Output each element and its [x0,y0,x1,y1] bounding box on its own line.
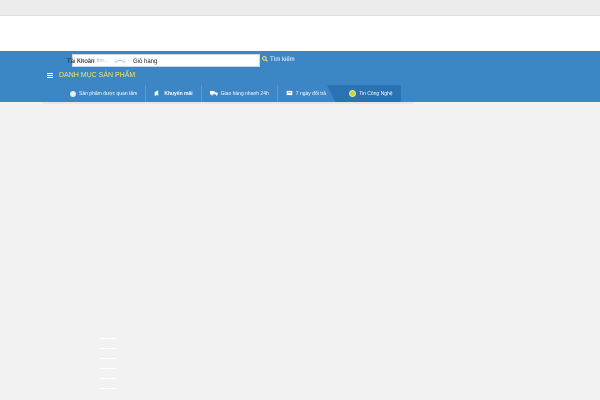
nav-item-tech-news[interactable]: Tin Công Nghệ [327,85,401,102]
account-label: Tài Khoản [67,59,95,65]
main-nav: Sản phẩm được quan tâm Khuyến mãi Giao h… [62,85,401,102]
megaphone-icon [154,89,161,98]
nav-item-fast-delivery[interactable]: Giao hàng nhanh 24h [202,85,278,102]
nav-item-interest[interactable]: Sản phẩm được quan tâm [62,85,147,102]
category-label: DANH MỤC SẢN PHẨM [59,71,136,79]
nav-item-label: Giao hàng nhanh 24h [220,90,269,97]
search-button[interactable]: Tìm kiếm [262,55,295,65]
cart-link[interactable]: Giỏ hàng [133,59,157,65]
header-divider [43,102,413,104]
nav-item-label: Tin Công Nghệ [359,90,393,97]
news-icon [349,90,357,97]
top-utility-bar [0,0,600,16]
faint-decoration [100,338,116,398]
search-icon [262,56,268,64]
search-box[interactable] [72,54,260,67]
search-input[interactable] [73,55,259,66]
nav-item-promotion[interactable]: Khuyến mãi [146,85,202,102]
star-icon [70,90,76,97]
search-button-label: Tìm kiếm [270,57,295,63]
nav-item-label: 7 ngày đổi trả [295,90,327,97]
return-box-icon [286,90,293,98]
nav-item-label: Sản phẩm được quan tâm [79,90,138,97]
truck-icon [209,90,218,98]
cart-label: Giỏ hàng [133,59,158,65]
logo-bar [0,16,600,51]
account-link[interactable]: Tài Khoản [67,59,94,65]
nav-item-label: Khuyến mãi [164,90,193,97]
hamburger-icon [47,72,53,78]
category-menu-button[interactable]: DANH MỤC SẢN PHẨM [47,70,135,80]
